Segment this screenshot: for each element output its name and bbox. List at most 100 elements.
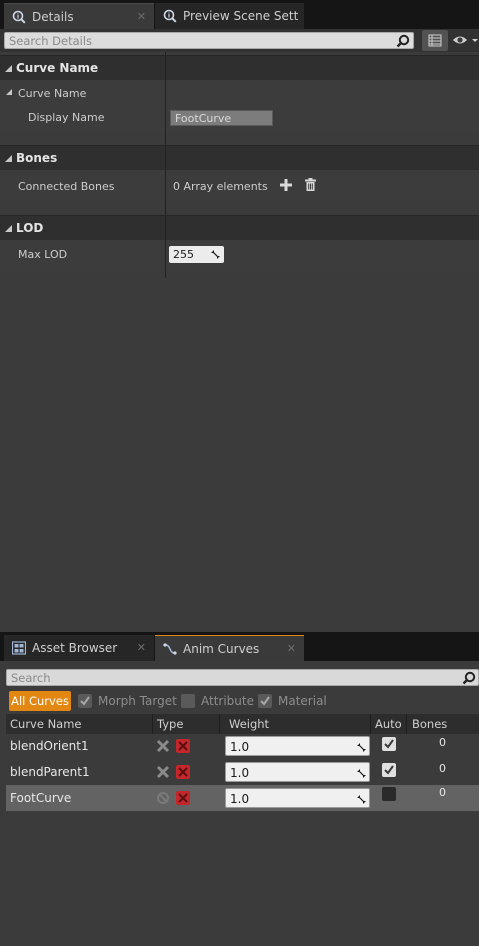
- max-lod-field[interactable]: 255: [169, 246, 224, 263]
- details-info-icon: i: [163, 9, 177, 23]
- auto-checkbox[interactable]: [382, 737, 396, 751]
- spin-arrows-icon[interactable]: [357, 795, 366, 804]
- view-options-button[interactable]: [451, 30, 479, 51]
- anim-tab-bar: Asset Browser ✕ Anim Curves ✕: [0, 632, 479, 661]
- checkmark-icon: [384, 765, 394, 775]
- details-search-box[interactable]: [4, 32, 414, 49]
- close-icon[interactable]: ✕: [137, 641, 146, 654]
- weight-value: 1.0: [230, 740, 250, 754]
- spin-arrows-icon[interactable]: [357, 769, 366, 778]
- column-divider[interactable]: [152, 714, 153, 734]
- asset-browser-icon: [12, 641, 26, 655]
- curve-name-cell: blendOrient1: [10, 739, 89, 753]
- spin-arrows-icon[interactable]: [357, 743, 366, 752]
- all-curves-button[interactable]: All Curves: [9, 691, 71, 711]
- material-type-icon[interactable]: [176, 791, 190, 805]
- morph-target-type-icon[interactable]: [156, 739, 170, 753]
- morph-target-label: Morph Target: [98, 694, 177, 708]
- expand-triangle-icon: [5, 225, 12, 232]
- grid-icon: [428, 34, 442, 47]
- category-curve-name[interactable]: Curve Name: [0, 55, 479, 80]
- checkmark-icon: [260, 696, 270, 706]
- tab-asset-browser-label: Asset Browser: [32, 641, 118, 655]
- details-tab-bar: i Details ✕ i Preview Scene Sett: [0, 0, 479, 29]
- close-icon[interactable]: ✕: [137, 10, 146, 23]
- tab-asset-browser[interactable]: Asset Browser ✕: [4, 635, 154, 661]
- material-label: Material: [278, 694, 327, 708]
- curves-table-header: Curve Name Type Weight Auto Bones: [6, 714, 479, 734]
- details-search-input[interactable]: [9, 33, 389, 48]
- max-lod-row: Max LOD 255: [0, 241, 479, 271]
- auto-checkbox[interactable]: [382, 787, 396, 801]
- search-icon: [396, 34, 410, 48]
- details-search-row: [0, 29, 479, 52]
- display-name-field[interactable]: FootCurve: [170, 110, 273, 126]
- bones-count: 0: [439, 786, 446, 799]
- tab-details[interactable]: i Details ✕: [4, 3, 154, 29]
- subgroup-curve-name[interactable]: Curve Name: [0, 81, 479, 105]
- material-type-icon[interactable]: [176, 739, 190, 753]
- svg-text:i: i: [168, 11, 170, 19]
- tab-anim-curves[interactable]: Anim Curves ✕: [155, 635, 304, 661]
- array-elements-value: 0 Array elements: [173, 180, 268, 193]
- anim-curves-icon: [163, 642, 177, 655]
- spin-arrows-icon[interactable]: [211, 250, 220, 259]
- col-auto[interactable]: Auto: [375, 717, 402, 731]
- tab-details-label: Details: [32, 9, 74, 24]
- tab-preview-scene-settings[interactable]: i Preview Scene Sett: [155, 3, 304, 29]
- search-icon: [462, 671, 476, 685]
- morph-target-type-icon[interactable]: [156, 791, 170, 805]
- weight-field[interactable]: 1.0: [225, 736, 370, 756]
- tab-anim-curves-label: Anim Curves: [183, 641, 260, 656]
- bones-count: 0: [439, 736, 446, 749]
- col-weight[interactable]: Weight: [229, 717, 269, 731]
- eye-icon: [453, 36, 478, 44]
- category-title: Bones: [16, 151, 58, 165]
- checkmark-icon: [384, 739, 394, 749]
- weight-value: 1.0: [230, 766, 250, 780]
- material-type-icon[interactable]: [176, 765, 190, 779]
- attribute-label: Attribute: [201, 694, 254, 708]
- expand-triangle-icon: [6, 89, 12, 95]
- col-curve-name[interactable]: Curve Name: [10, 717, 82, 731]
- expand-triangle-icon: [5, 155, 12, 162]
- display-name-label: Display Name: [28, 111, 105, 124]
- svg-text:i: i: [17, 12, 19, 20]
- anim-curves-panel: All Curves Morph Target Attribute Materi…: [0, 661, 479, 946]
- weight-field[interactable]: 1.0: [225, 788, 370, 808]
- bones-count: 0: [439, 762, 446, 775]
- col-bones[interactable]: Bones: [412, 717, 447, 731]
- column-splitter[interactable]: [165, 52, 166, 278]
- connected-bones-label: Connected Bones: [18, 180, 115, 193]
- add-element-icon[interactable]: [280, 179, 292, 191]
- morph-target-checkbox[interactable]: [78, 694, 92, 708]
- curve-row[interactable]: blendOrient1 1.0 0: [6, 733, 479, 759]
- auto-checkbox[interactable]: [382, 763, 396, 777]
- close-icon[interactable]: ✕: [287, 642, 296, 655]
- curves-search-box[interactable]: [6, 669, 479, 686]
- curve-filter-row: All Curves Morph Target Attribute Materi…: [0, 690, 479, 712]
- trash-icon[interactable]: [305, 178, 316, 191]
- curve-row[interactable]: blendParent1 1.0 0: [6, 759, 479, 785]
- column-divider[interactable]: [370, 714, 371, 734]
- property-matrix-button[interactable]: [422, 30, 448, 51]
- category-bones[interactable]: Bones: [0, 145, 479, 170]
- weight-field[interactable]: 1.0: [225, 762, 370, 782]
- curve-row-selected[interactable]: FootCurve 1.0 0: [6, 785, 479, 811]
- curves-search-input[interactable]: [11, 670, 451, 685]
- tab-preview-label: Preview Scene Sett: [183, 9, 299, 23]
- weight-value: 1.0: [230, 792, 250, 806]
- material-checkbox[interactable]: [258, 694, 272, 708]
- column-divider[interactable]: [219, 714, 220, 734]
- max-lod-value: 255: [173, 248, 194, 261]
- chevron-down-icon: [472, 39, 478, 42]
- category-lod[interactable]: LOD: [0, 215, 479, 240]
- attribute-checkbox[interactable]: [181, 694, 195, 708]
- morph-target-type-icon[interactable]: [156, 765, 170, 779]
- subgroup-label: Curve Name: [18, 87, 87, 100]
- max-lod-label: Max LOD: [18, 248, 68, 261]
- column-divider[interactable]: [406, 714, 407, 734]
- col-type[interactable]: Type: [157, 717, 183, 731]
- checkmark-icon: [80, 696, 90, 706]
- curve-name-cell: blendParent1: [10, 765, 90, 779]
